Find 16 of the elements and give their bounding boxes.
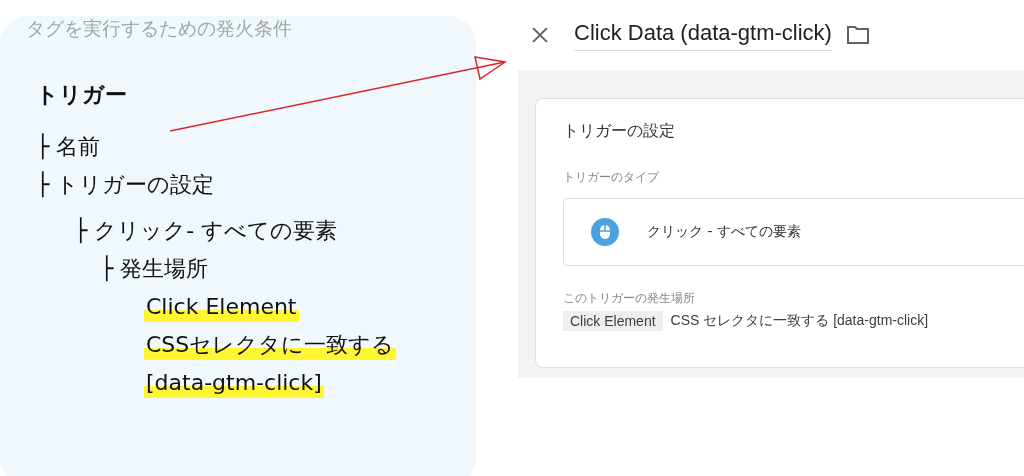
variable-chip: Click Element <box>563 311 663 331</box>
condition-text: CSS セレクタに一致する [data-gtm-click] <box>670 312 929 330</box>
tree-item: ├ トリガーの設定 <box>36 170 216 200</box>
name-field[interactable]: Click Data (data-gtm-click) <box>574 19 832 51</box>
mouse-icon <box>591 218 619 246</box>
card-heading: トリガーの設定 <box>563 121 676 142</box>
field-label: トリガーのタイプ <box>563 169 661 186</box>
note-title: トリガー <box>36 81 128 109</box>
folder-icon[interactable] <box>845 25 870 45</box>
tree-item: ├ クリック- すべての要素 <box>74 216 339 246</box>
field-label: このトリガーの発生場所 <box>563 290 696 307</box>
close-icon[interactable] <box>532 27 548 43</box>
caption: タグを実行するための発火条件 <box>26 16 293 41</box>
trigger-type-option[interactable]: クリック - すべての要素 <box>563 198 1024 266</box>
tree-item: ├ 発生場所 <box>100 254 210 284</box>
tree-item: ├ 名前 <box>36 132 102 162</box>
